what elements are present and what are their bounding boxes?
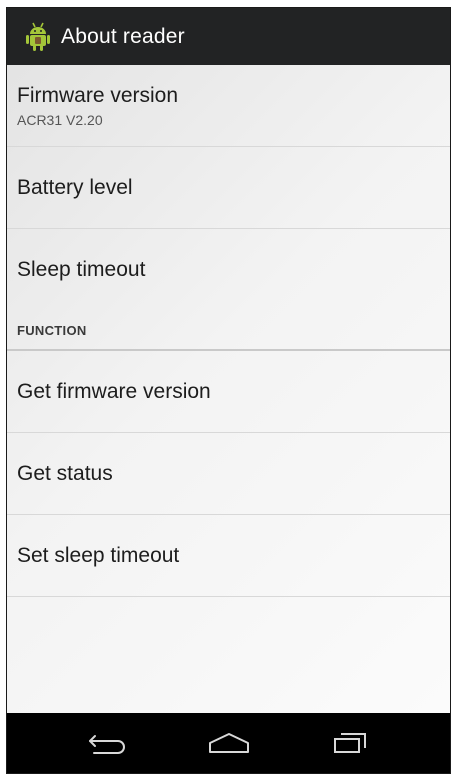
navigation-bar [7,713,450,773]
item-title: Set sleep timeout [17,543,180,567]
firmware-version-item[interactable]: Firmware version ACR31 V2.20 [7,65,450,147]
item-title: Battery level [17,175,133,199]
function-category-header: FUNCTION [7,311,450,351]
item-summary: ACR31 V2.20 [17,112,103,128]
action-bar: About reader [7,8,450,65]
item-title: Firmware version [17,84,179,107]
item-title: Get status [17,461,113,485]
sleep-timeout-item[interactable]: Sleep timeout [7,229,450,311]
battery-level-item[interactable]: Battery level [7,147,450,229]
get-firmware-version-item[interactable]: Get firmware version [7,351,450,433]
android-robot-icon[interactable] [25,22,51,52]
get-status-item[interactable]: Get status [7,433,450,515]
set-sleep-timeout-item[interactable]: Set sleep timeout [7,515,450,597]
item-title: Get firmware version [17,379,211,403]
action-bar-title: About reader [61,24,185,48]
home-icon[interactable] [199,723,259,763]
device-frame: About reader Firmware version ACR31 V2.2… [0,0,456,774]
app-screen: About reader Firmware version ACR31 V2.2… [6,7,451,774]
preference-list: Firmware version ACR31 V2.20 Battery lev… [7,65,450,597]
item-title: Sleep timeout [17,258,146,281]
back-icon[interactable] [78,723,138,763]
recents-icon[interactable] [320,723,380,763]
